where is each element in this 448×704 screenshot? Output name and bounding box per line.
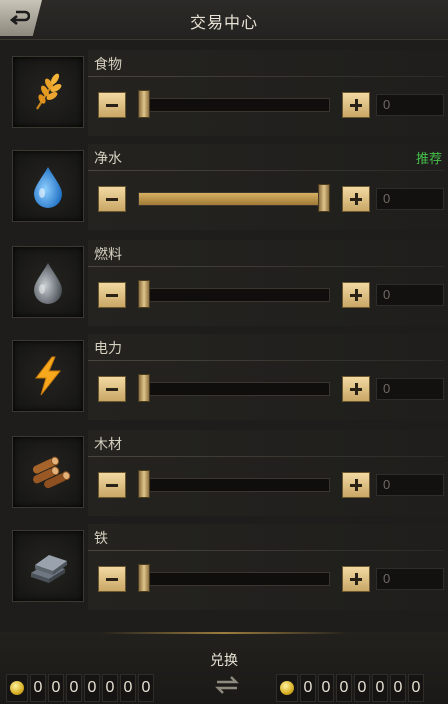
counter-digit: 0 xyxy=(66,674,82,702)
counter-digit: 0 xyxy=(336,674,352,702)
slider-handle[interactable] xyxy=(318,184,330,212)
counter-digit: 0 xyxy=(300,674,316,702)
decrease-button[interactable] xyxy=(98,566,126,592)
row-divider xyxy=(88,170,444,171)
resource-name: 净水 xyxy=(94,150,122,166)
footer-divider xyxy=(100,632,348,634)
counter-digit: 0 xyxy=(390,674,406,702)
counter-digit: 0 xyxy=(30,674,46,702)
wood-logs-icon xyxy=(32,456,71,489)
increase-button[interactable] xyxy=(342,472,370,498)
coin-icon xyxy=(6,674,28,702)
oil-drop-icon xyxy=(34,263,62,304)
plus-icon-vertical xyxy=(354,289,358,301)
decrease-button[interactable] xyxy=(98,186,126,212)
exchange-button[interactable]: 兑换 xyxy=(0,650,448,670)
resource-row-power: 电力 0 xyxy=(0,334,448,420)
increase-button[interactable] xyxy=(342,566,370,592)
increase-button[interactable] xyxy=(342,282,370,308)
slider-handle[interactable] xyxy=(138,564,150,592)
quantity-slider[interactable] xyxy=(138,192,330,206)
resource-icon-frame xyxy=(12,56,84,128)
resource-name: 食物 xyxy=(94,56,122,72)
resource-row-fuel: 燃料 0 xyxy=(0,240,448,326)
quantity-input[interactable]: 0 xyxy=(376,188,444,210)
plus-icon-vertical xyxy=(354,99,358,111)
counter-digit: 0 xyxy=(408,674,424,702)
resource-row-wood: 木材 0 xyxy=(0,430,448,516)
counter-digit: 0 xyxy=(48,674,64,702)
quantity-input[interactable]: 0 xyxy=(376,568,444,590)
minus-icon xyxy=(106,293,118,297)
wheat-icon xyxy=(36,73,62,110)
counter-digit: 0 xyxy=(102,674,118,702)
minus-icon xyxy=(106,387,118,391)
plus-icon-vertical xyxy=(354,193,358,205)
decrease-button[interactable] xyxy=(98,472,126,498)
resource-name: 木材 xyxy=(94,436,122,452)
increase-button[interactable] xyxy=(342,92,370,118)
counter-digit: 0 xyxy=(138,674,154,702)
coin-icon xyxy=(276,674,298,702)
quantity-slider[interactable] xyxy=(138,572,330,586)
decrease-button[interactable] xyxy=(98,92,126,118)
right-currency-counter: 0 0 0 0 0 0 0 xyxy=(276,674,426,702)
quantity-input[interactable]: 0 xyxy=(376,378,444,400)
row-divider xyxy=(88,266,444,267)
decrease-button[interactable] xyxy=(98,376,126,402)
row-divider xyxy=(88,456,444,457)
minus-icon xyxy=(106,577,118,581)
plus-icon-vertical xyxy=(354,479,358,491)
resource-icon-frame xyxy=(12,436,84,508)
increase-button[interactable] xyxy=(342,186,370,212)
resource-icon-frame xyxy=(12,530,84,602)
resource-name: 电力 xyxy=(94,340,122,356)
resource-icon-frame xyxy=(12,150,84,222)
plus-icon-vertical xyxy=(354,383,358,395)
quantity-input[interactable]: 0 xyxy=(376,94,444,116)
exchange-footer: 兑换 0 0 0 0 0 0 0 0 0 0 0 0 0 0 xyxy=(0,632,448,704)
quantity-slider[interactable] xyxy=(138,98,330,112)
increase-button[interactable] xyxy=(342,376,370,402)
iron-ingot-icon xyxy=(31,555,67,583)
minus-icon xyxy=(106,103,118,107)
minus-icon xyxy=(106,483,118,487)
minus-icon xyxy=(106,197,118,201)
resource-row-food: 食物 0 xyxy=(0,50,448,136)
row-divider xyxy=(88,550,444,551)
slider-handle[interactable] xyxy=(138,280,150,308)
page-title: 交易中心 xyxy=(189,15,258,32)
quantity-slider[interactable] xyxy=(138,478,330,492)
counter-digit: 0 xyxy=(354,674,370,702)
lightning-icon xyxy=(34,356,62,396)
resource-name: 铁 xyxy=(94,530,108,546)
resource-row-water: 净水 推荐 0 xyxy=(0,144,448,230)
quantity-slider[interactable] xyxy=(138,288,330,302)
top-bar: 交易中心 xyxy=(0,0,448,40)
row-divider xyxy=(88,360,444,361)
decrease-button[interactable] xyxy=(98,282,126,308)
counter-digit: 0 xyxy=(318,674,334,702)
counter-digit: 0 xyxy=(84,674,100,702)
resource-icon-frame xyxy=(12,340,84,412)
resource-name: 燃料 xyxy=(94,246,122,262)
quantity-input[interactable]: 0 xyxy=(376,284,444,306)
row-divider xyxy=(88,76,444,77)
slider-fill xyxy=(139,193,329,205)
resource-row-iron: 铁 0 xyxy=(0,524,448,610)
recommend-tag: 推荐 xyxy=(415,151,442,166)
quantity-input[interactable]: 0 xyxy=(376,474,444,496)
row-background xyxy=(88,144,448,230)
quantity-slider[interactable] xyxy=(138,382,330,396)
resource-icon-frame xyxy=(12,246,84,318)
plus-icon-vertical xyxy=(354,573,358,585)
left-currency-counter: 0 0 0 0 0 0 0 xyxy=(6,674,156,702)
slider-handle[interactable] xyxy=(138,470,150,498)
water-drop-icon xyxy=(34,167,62,208)
slider-handle[interactable] xyxy=(138,374,150,402)
slider-handle[interactable] xyxy=(138,90,150,118)
swap-arrows-icon[interactable] xyxy=(214,674,240,696)
counter-digit: 0 xyxy=(372,674,388,702)
counter-digit: 0 xyxy=(120,674,136,702)
